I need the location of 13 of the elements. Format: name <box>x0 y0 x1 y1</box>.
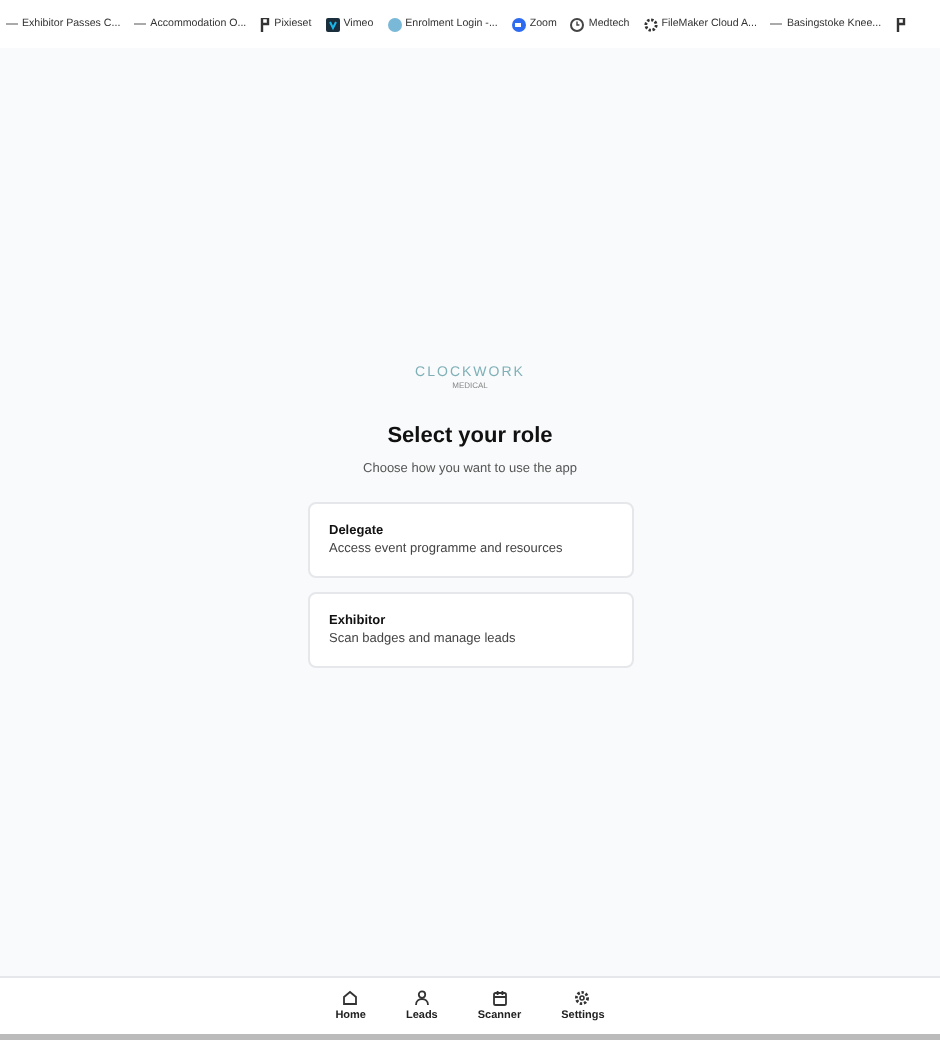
person-icon <box>413 990 430 1006</box>
flag-icon <box>895 17 906 31</box>
dash-icon <box>134 18 147 30</box>
calendar-icon <box>491 990 508 1006</box>
gear-icon <box>643 17 658 31</box>
square-icon <box>325 17 340 31</box>
dash-icon <box>6 18 18 30</box>
flag-icon <box>260 17 271 31</box>
home-icon <box>342 990 359 1006</box>
settings-icon <box>574 990 591 1006</box>
clock-icon <box>570 17 585 31</box>
dash-icon <box>770 18 783 30</box>
page-title: Select your role <box>387 424 553 448</box>
